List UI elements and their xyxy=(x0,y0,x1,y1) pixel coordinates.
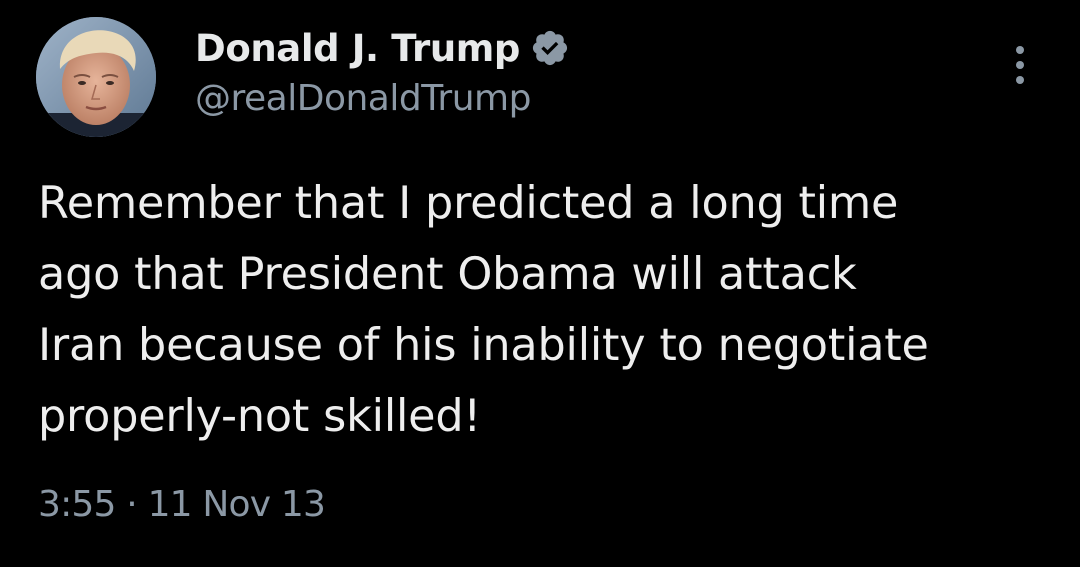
verified-badge-icon xyxy=(532,30,568,66)
tweet-text: Remember that I predicted a long time ag… xyxy=(38,178,929,442)
profile-photo-image xyxy=(36,17,156,137)
avatar[interactable] xyxy=(36,17,156,137)
author-handle[interactable]: @realDonaldTrump xyxy=(195,78,531,119)
author-name-row: Donald J. Trump xyxy=(195,22,570,74)
more-options-icon[interactable] xyxy=(1000,40,1040,90)
author-display-name[interactable]: Donald J. Trump xyxy=(195,27,520,70)
tweet-timestamp[interactable]: 3:55 · 11 Nov 13 xyxy=(38,484,326,525)
tweet: Donald J. Trump @realDonaldTrump Remembe… xyxy=(0,0,1080,567)
